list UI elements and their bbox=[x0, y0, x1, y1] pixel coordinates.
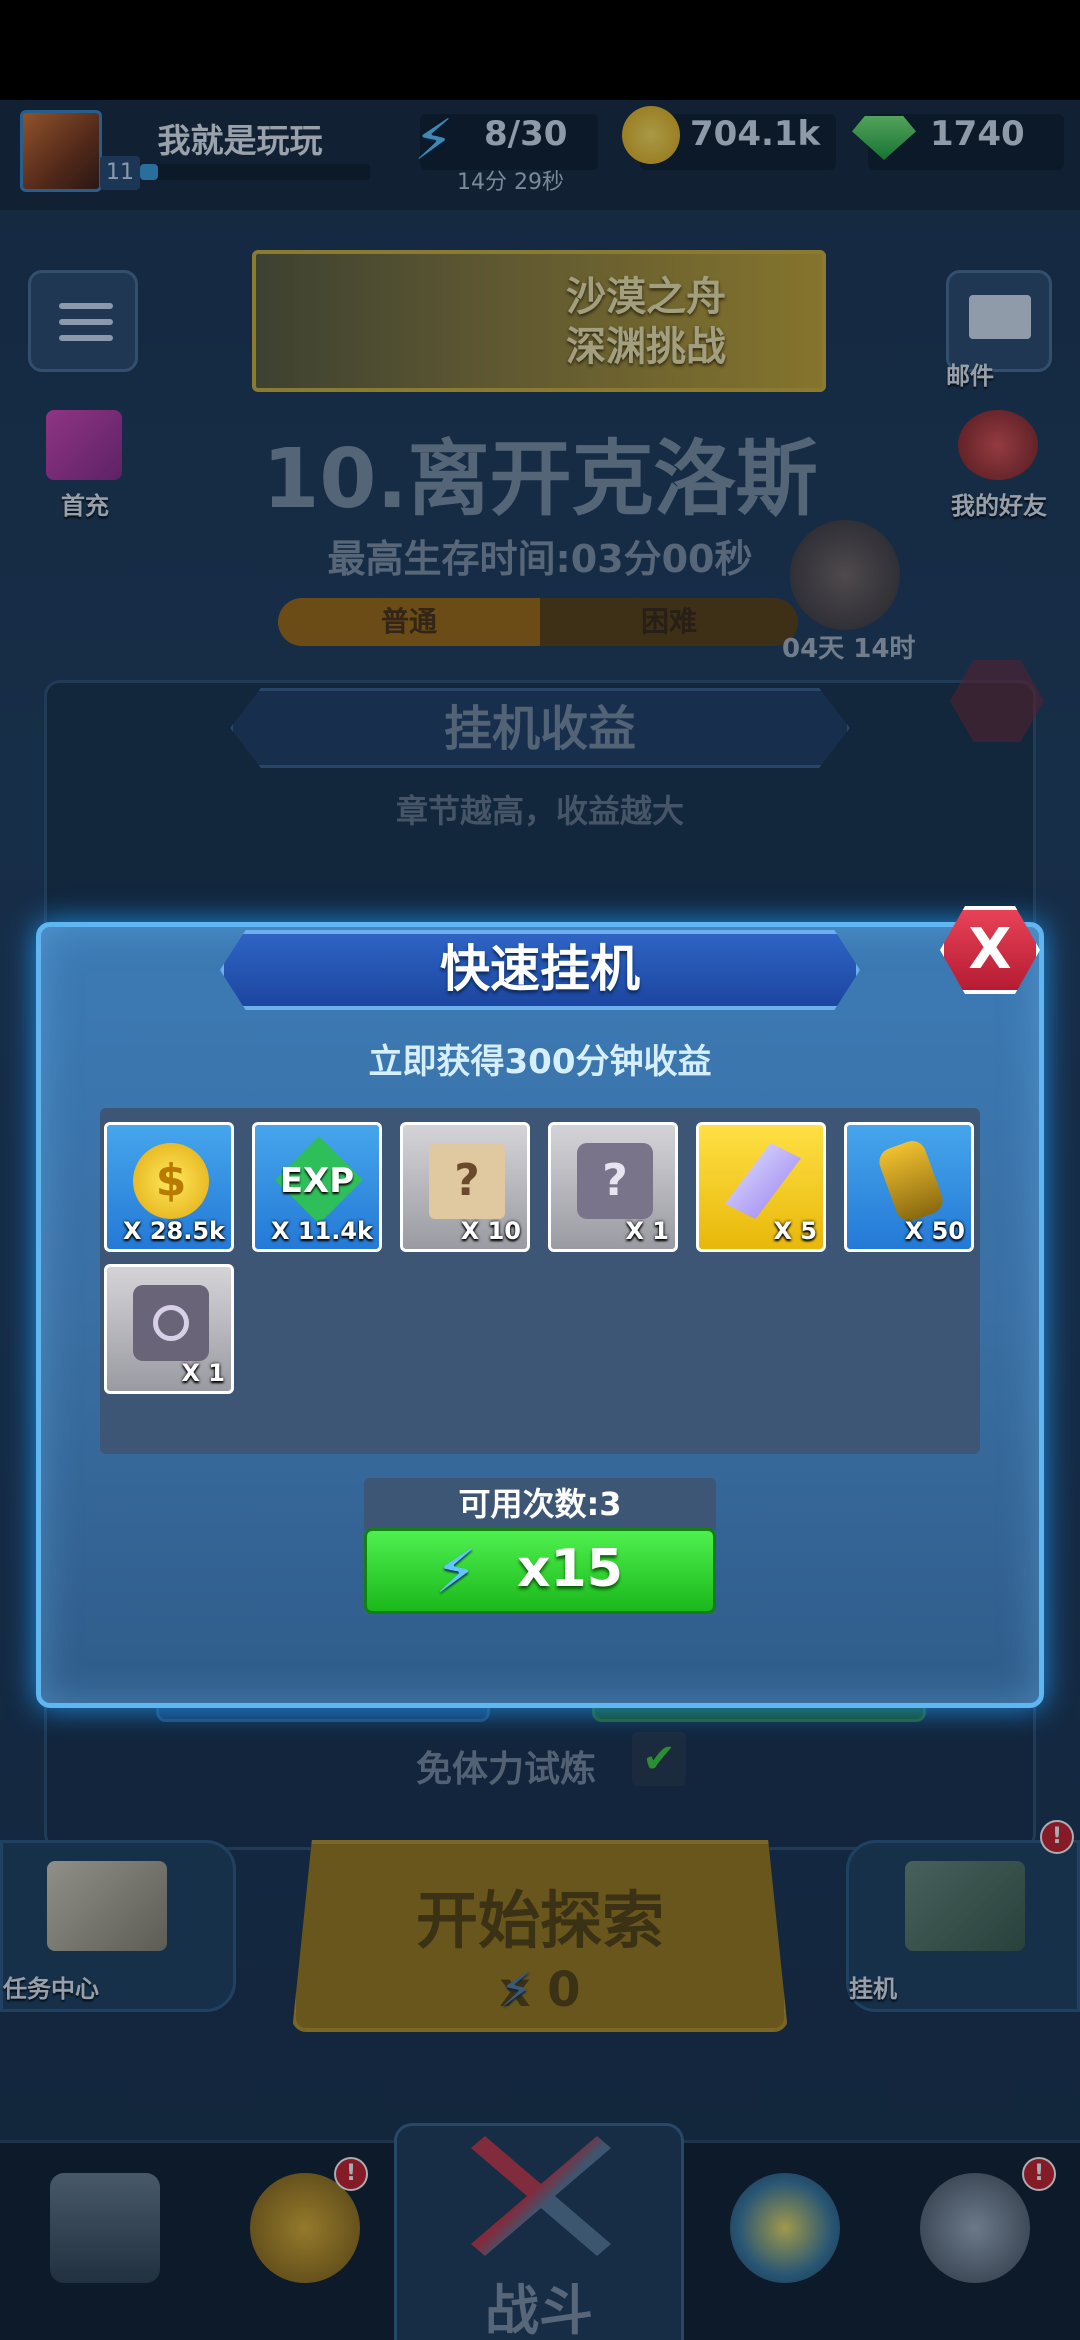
start-explore-button[interactable]: 开始探索 ⚡ x 0 bbox=[292, 1840, 788, 2032]
menu-button[interactable] bbox=[28, 270, 138, 372]
reward-qty: X 11.4k bbox=[270, 1217, 373, 1245]
gem-value: 1740 bbox=[930, 114, 1025, 154]
reward-qty: X 10 bbox=[460, 1217, 521, 1245]
idle-income-title: 挂机收益 bbox=[230, 688, 850, 768]
banner-text: 沙漠之舟 深渊挑战 bbox=[566, 272, 726, 372]
reward-grid: $ X 28.5k EXP X 11.4k ? X 10 ? X 1 X 5 X… bbox=[100, 1108, 980, 1454]
banner-line1: 沙漠之舟 bbox=[566, 274, 726, 320]
idle-button[interactable]: 挂机 bbox=[846, 1840, 1080, 2012]
mail-icon bbox=[969, 295, 1031, 339]
task-center-button[interactable]: 任务中心 bbox=[0, 1840, 236, 2012]
xp-fill bbox=[140, 164, 159, 180]
uses-left: 可用次数:3 bbox=[364, 1478, 716, 1530]
status-bar bbox=[0, 0, 1080, 100]
difficulty-selector: 普通 困难 bbox=[278, 598, 798, 646]
xp-bar bbox=[140, 164, 370, 180]
gold-coin-icon: $ bbox=[133, 1143, 209, 1219]
gold-value: 704.1k bbox=[690, 114, 821, 154]
bottom-nav: ! 战斗 ! bbox=[0, 2123, 1080, 2340]
menu-icon-line bbox=[59, 335, 113, 341]
quick-idle-cost: x15 bbox=[517, 1539, 623, 1599]
reward-energy-canister[interactable]: X 50 bbox=[844, 1122, 974, 1252]
idle-label: 挂机 bbox=[849, 1975, 897, 2003]
reward-qty: X 1 bbox=[625, 1217, 669, 1245]
modal-subtitle: 立即获得300分钟收益 bbox=[368, 1042, 712, 1082]
nav-hero[interactable]: ! bbox=[220, 2157, 390, 2333]
crossed-swords-icon bbox=[471, 2136, 611, 2256]
game-screen: 11 我就是玩玩 ⚡ 8/30 14分 29秒 704.1k 1740 沙漠之舟… bbox=[0, 100, 1080, 2340]
task-center-label: 任务中心 bbox=[3, 1975, 99, 2003]
energy-icon: ⚡ bbox=[414, 108, 454, 173]
event-timer: 04天 14时 bbox=[782, 634, 916, 664]
player-name: 我就是玩玩 bbox=[157, 121, 323, 160]
exp-icon-text: EXP bbox=[279, 1161, 355, 1201]
nav-battle[interactable]: 战斗 bbox=[394, 2123, 684, 2340]
crystal-icon bbox=[725, 1143, 801, 1219]
reward-exp[interactable]: EXP X 11.4k bbox=[252, 1122, 382, 1252]
treasure-chest-icon bbox=[50, 2173, 160, 2283]
player-level: 11 bbox=[100, 156, 140, 190]
free-trial-label: 免体力试炼 bbox=[416, 1749, 597, 1790]
explore-title: 开始探索 bbox=[415, 1884, 664, 1957]
mail-label: 邮件 bbox=[946, 362, 994, 390]
best-survival-time: 最高生存时间:03分00秒 bbox=[327, 537, 753, 581]
gear-chest-icon bbox=[133, 1285, 209, 1361]
difficulty-hard-tab[interactable]: 困难 bbox=[540, 598, 798, 646]
drone-icon bbox=[730, 2173, 840, 2283]
energy-icon: ⚡ bbox=[435, 1537, 478, 1607]
gear-symbol bbox=[153, 1305, 189, 1341]
banner-line2: 深渊挑战 bbox=[566, 324, 726, 370]
free-trial-checkbox[interactable]: ✔ bbox=[632, 1732, 686, 1786]
book-icon bbox=[47, 1861, 167, 1951]
event-egg-icon[interactable] bbox=[790, 520, 900, 630]
energy-icon: ⚡ bbox=[499, 1962, 534, 2018]
reward-mystery-chest[interactable]: ? X 1 bbox=[548, 1122, 678, 1252]
mystery-chest-icon: ? bbox=[577, 1143, 653, 1219]
reward-qty: X 50 bbox=[904, 1217, 965, 1245]
stage-title: 10.离开克洛斯 bbox=[262, 432, 818, 527]
battle-label: 战斗 bbox=[485, 2279, 593, 2340]
menu-icon-line bbox=[59, 319, 113, 325]
nav-pet[interactable] bbox=[700, 2163, 870, 2333]
idle-income-subtitle: 章节越高，收益越大 bbox=[395, 792, 684, 830]
reward-gear-chest[interactable]: X 1 bbox=[104, 1264, 234, 1394]
reward-crystal[interactable]: X 5 bbox=[696, 1122, 826, 1252]
nav-rank[interactable]: ! bbox=[890, 2157, 1060, 2333]
reward-qty: X 5 bbox=[773, 1217, 817, 1245]
event-banner[interactable]: 沙漠之舟 深渊挑战 bbox=[252, 250, 826, 392]
modal-title: 快速挂机 bbox=[440, 940, 640, 998]
nav-shop[interactable] bbox=[20, 2163, 190, 2333]
explore-cost: ⚡ x 0 bbox=[296, 1962, 784, 2018]
notification-badge: ! bbox=[334, 2157, 368, 2191]
reward-mystery-box[interactable]: ? X 10 bbox=[400, 1122, 530, 1252]
gold-coin-icon bbox=[622, 106, 680, 164]
rank-emblem-icon bbox=[920, 2173, 1030, 2283]
map-icon bbox=[905, 1861, 1025, 1951]
mystery-box-icon: ? bbox=[429, 1143, 505, 1219]
notification-badge: ! bbox=[1022, 2157, 1056, 2191]
reward-gold[interactable]: $ X 28.5k bbox=[104, 1122, 234, 1252]
energy-timer: 14分 29秒 bbox=[457, 170, 564, 195]
reward-qty: X 28.5k bbox=[122, 1217, 225, 1245]
resource-bar: 11 我就是玩玩 ⚡ 8/30 14分 29秒 704.1k 1740 bbox=[0, 100, 1080, 210]
reward-qty: X 1 bbox=[181, 1359, 225, 1387]
difficulty-normal-tab[interactable]: 普通 bbox=[278, 598, 540, 646]
energy-value: 8/30 bbox=[484, 114, 568, 154]
notification-badge: ! bbox=[1040, 1820, 1074, 1854]
avatar[interactable] bbox=[20, 110, 102, 192]
energy-canister-icon bbox=[875, 1137, 947, 1225]
menu-icon bbox=[59, 303, 113, 309]
confirm-quick-idle-button[interactable]: ⚡ x15 bbox=[364, 1528, 716, 1614]
